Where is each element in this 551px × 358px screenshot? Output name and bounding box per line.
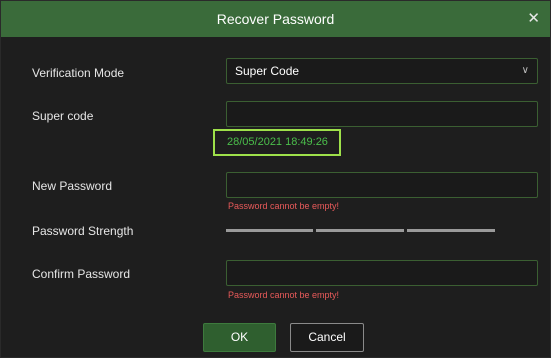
verification-mode-label: Verification Mode [32,66,125,80]
new-password-label: New Password [32,179,113,193]
super-code-label: Super code [32,109,94,123]
strength-bar-segment [316,229,404,232]
ok-button[interactable]: OK [203,323,276,352]
confirm-password-field[interactable] [226,260,538,286]
verification-mode-value: Super Code [235,64,300,78]
confirm-password-input[interactable] [227,261,537,285]
new-password-error: Password cannot be empty! [228,201,340,211]
strength-bar-segment [226,229,313,232]
super-code-timestamp: 28/05/2021 18:49:26 [213,129,341,156]
new-password-input[interactable] [227,173,537,197]
chevron-down-icon: ∨ [521,65,529,76]
close-icon[interactable]: ✕ [527,1,540,37]
super-code-field[interactable] [226,101,538,127]
dialog-titlebar: Recover Password ✕ [1,1,550,37]
recover-password-dialog: Recover Password ✕ Verification Mode Sup… [0,0,551,358]
new-password-field[interactable] [226,172,538,198]
password-strength-label: Password Strength [32,224,134,238]
confirm-password-label: Confirm Password [32,267,131,281]
dialog-title: Recover Password [216,11,335,27]
super-code-input[interactable] [227,102,537,126]
verification-mode-select[interactable]: Super Code ∨ [226,58,538,84]
cancel-button[interactable]: Cancel [290,323,364,352]
confirm-password-error: Password cannot be empty! [228,290,340,300]
strength-bar-segment [407,229,495,232]
